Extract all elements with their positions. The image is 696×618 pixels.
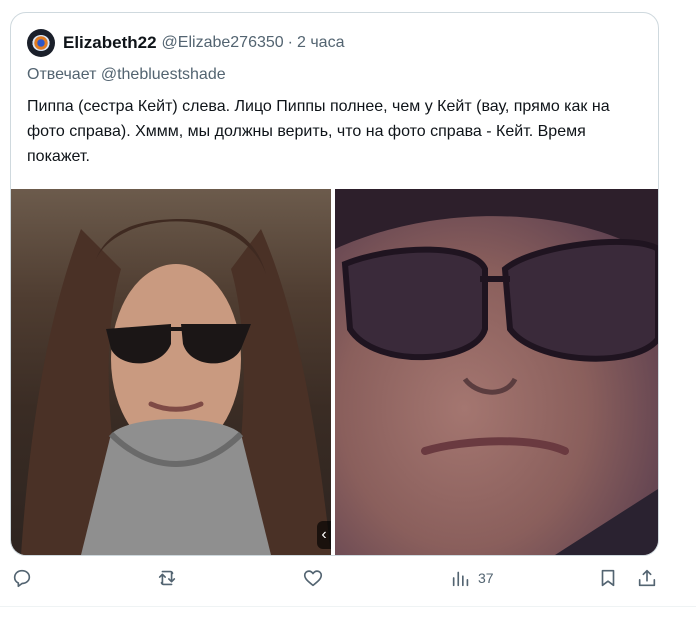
- reply-mention-link[interactable]: @thebluestshade: [101, 66, 226, 83]
- like-icon: [303, 570, 323, 587]
- tweet-text: Пиппа (сестра Кейт) слева. Лицо Пиппы по…: [27, 98, 610, 165]
- photo-right[interactable]: [335, 189, 658, 555]
- eye-icon: [32, 35, 50, 51]
- photo-left[interactable]: ‹: [11, 189, 331, 555]
- action-bar: 37: [0, 567, 696, 593]
- tweet-time[interactable]: 2 часа: [297, 34, 344, 52]
- photo-left-illustration: [21, 219, 331, 555]
- share-icon: [638, 569, 656, 587]
- author-name[interactable]: Elizabeth22: [63, 33, 157, 53]
- carousel-prev-icon[interactable]: ‹: [317, 521, 331, 549]
- like-button[interactable]: [302, 567, 324, 589]
- retweet-button[interactable]: [156, 567, 178, 589]
- retweet-icon: [158, 570, 176, 586]
- share-button[interactable]: [636, 567, 658, 589]
- views-button[interactable]: 37: [450, 567, 494, 589]
- divider: [0, 606, 696, 607]
- avatar[interactable]: [27, 29, 55, 57]
- views-count: 37: [478, 570, 494, 586]
- photo-right-illustration: [335, 189, 658, 555]
- tweet-header: Elizabeth22 @Elizabe276350 · 2 часа: [27, 29, 344, 57]
- reply-label: Отвечает: [27, 66, 97, 83]
- separator-dot: ·: [287, 34, 293, 51]
- reply-button[interactable]: [11, 567, 33, 589]
- bookmark-icon: [601, 569, 615, 587]
- reply-context: Отвечает @thebluestshade: [27, 66, 226, 84]
- views-icon: [452, 571, 469, 587]
- reply-icon: [13, 569, 31, 588]
- quoted-tweet-card[interactable]: Elizabeth22 @Elizabe276350 · 2 часа Отве…: [10, 12, 659, 556]
- bookmark-button[interactable]: [597, 567, 619, 589]
- media-grid: ‹: [11, 189, 658, 555]
- author-handle[interactable]: @Elizabe276350: [162, 34, 284, 52]
